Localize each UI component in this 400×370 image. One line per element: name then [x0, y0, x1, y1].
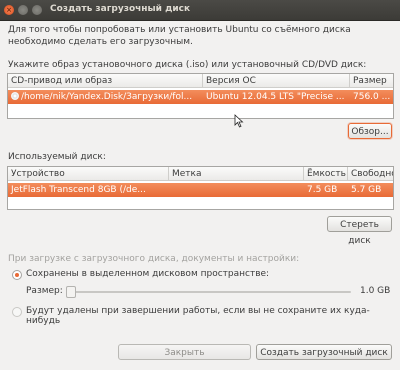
source-col-path[interactable]: CD-привод или образ: [8, 74, 203, 88]
target-col-free[interactable]: Свободно: [348, 167, 393, 181]
discard-radio[interactable]: [12, 307, 22, 317]
target-disk-label: [169, 183, 304, 197]
close-button[interactable]: Закрыть: [118, 344, 251, 360]
target-col-device[interactable]: Устройство: [8, 167, 169, 181]
intro-line-1: Для того чтобы попробовать или установит…: [8, 25, 351, 35]
target-device: JetFlash Transcend 8GB (/de...: [11, 185, 146, 195]
create-boot-disk-button[interactable]: Создать загрузочный диск: [256, 344, 392, 360]
size-slider-track[interactable]: [66, 291, 351, 293]
minimize-icon[interactable]: [18, 5, 28, 15]
mouse-cursor-icon: [234, 114, 244, 128]
window-title: Создать загрузочный диск: [50, 4, 191, 14]
source-col-size[interactable]: Размер: [350, 74, 393, 88]
table-row[interactable]: JetFlash Transcend 8GB (/de... 7.5 GB 5.…: [8, 183, 393, 197]
source-label: Укажите образ установочного диска (.iso)…: [8, 60, 367, 70]
browse-button[interactable]: Обзор...: [348, 123, 392, 139]
table-row[interactable]: /home/nik/Yandex.Disk/Загрузки/fol... Ub…: [8, 90, 393, 104]
target-label: Используемый диск:: [8, 152, 106, 162]
disc-icon: [11, 92, 19, 100]
size-value: 1.0 GB: [360, 286, 391, 296]
erase-disk-button[interactable]: Стереть диск: [327, 216, 392, 246]
intro-line-2: необходимо сделать его загрузочным.: [8, 37, 193, 47]
target-free: 5.7 GB: [351, 185, 382, 195]
source-path: /home/nik/Yandex.Disk/Загрузки/fol...: [21, 92, 193, 102]
source-version: Ubuntu 12.04.5 LTS "Precise ...: [206, 92, 345, 102]
size-label: Размер:: [26, 286, 63, 296]
size-slider-handle[interactable]: [66, 286, 76, 298]
discard-radio-label[interactable]: Будут удалены при завершении работы, есл…: [26, 306, 400, 326]
options-label: При загрузке с загрузочного диска, докум…: [8, 254, 300, 264]
maximize-icon[interactable]: [32, 5, 42, 15]
title-bar: × Создать загрузочный диск: [0, 0, 400, 21]
target-col-capacity[interactable]: Ёмкость: [304, 167, 348, 181]
target-capacity: 7.5 GB: [307, 185, 338, 195]
target-col-label[interactable]: Метка: [169, 167, 304, 181]
close-icon[interactable]: ×: [4, 5, 14, 15]
save-radio[interactable]: [12, 270, 22, 280]
save-radio-label[interactable]: Сохранены в выделенном дисковом простран…: [26, 269, 269, 279]
source-col-version[interactable]: Версия ОС: [203, 74, 350, 88]
source-size: 756.0 ...: [353, 92, 391, 102]
target-table[interactable]: Устройство Метка Ёмкость Свободно JetFla…: [7, 166, 394, 210]
source-table[interactable]: CD-привод или образ Версия ОС Размер /ho…: [7, 73, 394, 119]
